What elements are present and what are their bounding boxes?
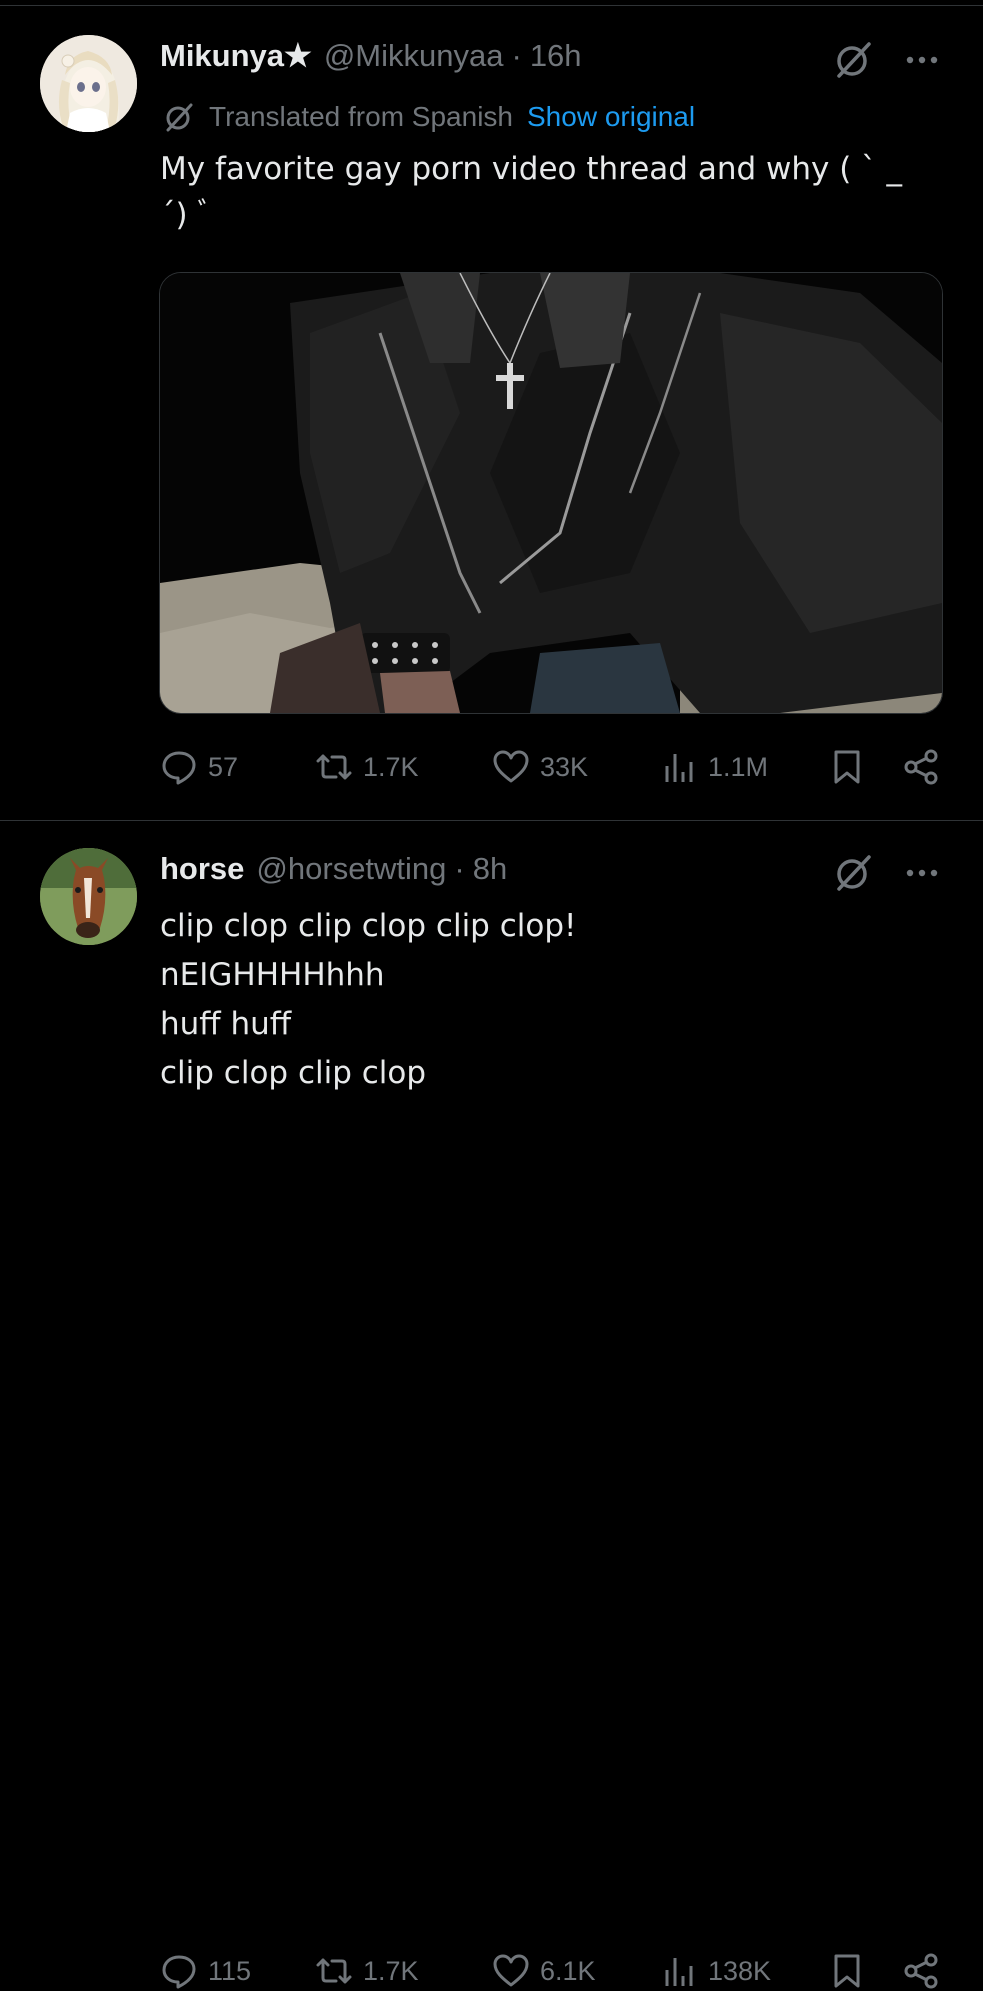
bookmark-icon (834, 750, 860, 784)
reply-button[interactable]: 115 (160, 1951, 251, 1991)
like-count: 33K (540, 751, 589, 782)
bookmark-button[interactable] (828, 1951, 866, 1991)
media-image[interactable] (159, 272, 943, 714)
like-count: 6.1K (540, 1955, 596, 1986)
more-icon[interactable] (904, 867, 940, 879)
tweet-text: My favorite gay porn video thread and wh… (160, 151, 903, 233)
display-name[interactable]: horse (160, 851, 244, 887)
grok-icon[interactable] (833, 853, 873, 893)
show-original-link[interactable]: Show original (527, 101, 695, 133)
share-icon (904, 749, 938, 785)
more-icon[interactable] (904, 54, 940, 66)
separator: · (454, 851, 465, 886)
post-header: Mikunya★ @Mikkunyaa · 16h (160, 38, 582, 78)
like-button[interactable]: 33K (492, 747, 588, 787)
avatar[interactable] (40, 35, 137, 132)
avatar[interactable] (40, 848, 137, 945)
share-icon (904, 1953, 938, 1989)
action-bar: 57 1.7K 33K 1.1M (160, 747, 950, 787)
bookmark-button[interactable] (828, 747, 866, 787)
like-icon (493, 750, 529, 783)
views-icon (665, 754, 693, 782)
reply-count: 115 (208, 1955, 252, 1986)
handle[interactable]: @horsetwting (256, 851, 446, 887)
views-icon (665, 1958, 693, 1986)
views-button[interactable]: 138K (660, 1951, 771, 1991)
separator: · (511, 38, 522, 73)
repost-button[interactable]: 1.7K (315, 747, 419, 787)
like-icon (493, 1954, 529, 1987)
display-name[interactable]: Mikunya★ (160, 38, 312, 74)
reply-button[interactable]: 57 (160, 747, 238, 787)
repost-button[interactable]: 1.7K (315, 1951, 419, 1991)
views-button[interactable]: 1.1M (660, 747, 768, 787)
repost-icon (316, 1958, 352, 1984)
translate-icon (166, 103, 193, 132)
handle[interactable]: @Mikkunyaa (324, 38, 504, 74)
post-header: horse @horsetwting · 8h (160, 851, 507, 891)
timestamp[interactable]: 16h (530, 38, 582, 74)
repost-count: 1.7K (363, 751, 419, 782)
reply-icon (162, 751, 196, 785)
reply-icon (162, 1955, 196, 1989)
repost-icon (316, 754, 352, 780)
post-horse[interactable]: horse @horsetwting · 8h clip clop clip c… (0, 821, 983, 1989)
views-count: 138K (708, 1955, 772, 1986)
bookmark-icon (834, 1954, 860, 1988)
post-mikunya[interactable]: Mikunya★ @Mikkunyaa · 16h Translated fro… (0, 0, 983, 820)
tweet-text: clip clop clip clop clip clop! nEIGHHHHh… (160, 908, 577, 1091)
reply-count: 57 (208, 751, 239, 782)
like-button[interactable]: 6.1K (492, 1951, 596, 1991)
repost-count: 1.7K (363, 1955, 419, 1986)
translated-label: Translated from Spanish (209, 101, 513, 132)
timestamp[interactable]: 8h (473, 851, 507, 887)
grok-icon[interactable] (833, 40, 873, 80)
share-button[interactable] (902, 1951, 940, 1991)
views-count: 1.1M (708, 751, 769, 782)
action-bar: 115 1.7K 6.1K 138K (160, 1951, 950, 1991)
translation-notice: Translated from Spanish Show original (163, 100, 695, 134)
share-button[interactable] (902, 747, 940, 787)
